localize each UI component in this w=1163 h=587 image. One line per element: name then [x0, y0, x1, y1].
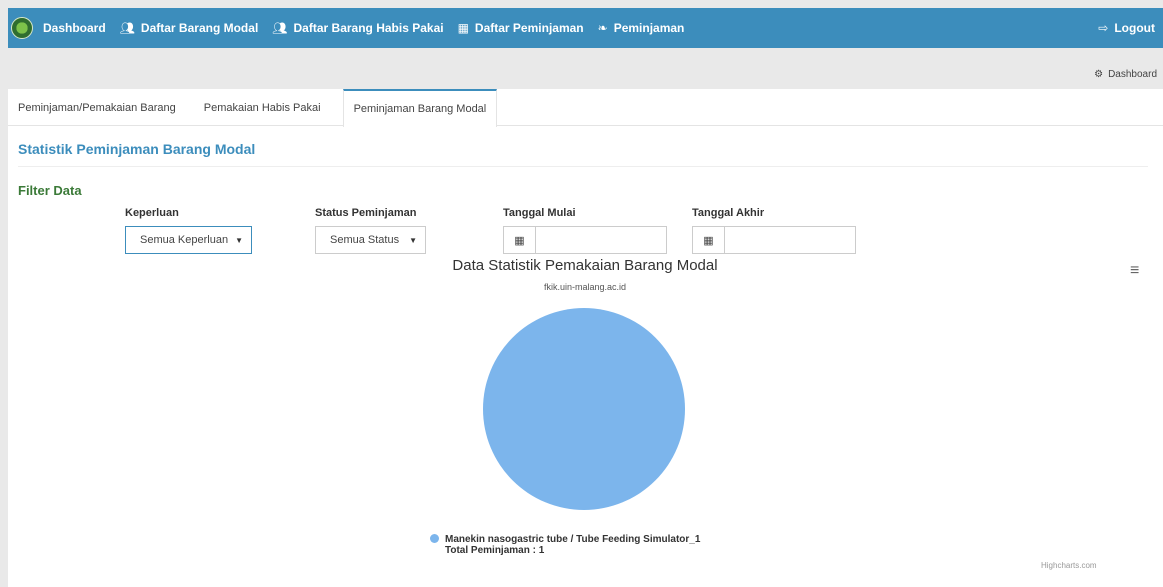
filter-title: Filter Data	[18, 183, 82, 198]
brand[interactable]: Dashboard	[11, 17, 106, 39]
university-logo	[11, 17, 33, 39]
nav-dashboard[interactable]: Dashboard	[43, 21, 106, 35]
users-group-icon: 👥︎	[272, 21, 288, 35]
logout-label: Logout	[1114, 21, 1155, 35]
tanggal-akhir-label: Tanggal Akhir	[692, 207, 765, 219]
chart-title: Data Statistik Pemakaian Barang Modal	[452, 257, 718, 274]
status-label: Status Peminjaman	[315, 207, 417, 219]
divider	[18, 166, 1148, 167]
legend-total: Total Peminjaman : 1	[445, 545, 545, 556]
users-group-icon: 👥︎	[119, 21, 135, 35]
grid-table-icon: ▦	[457, 21, 469, 35]
tab-peminjaman-barang-modal[interactable]: Peminjaman Barang Modal	[342, 89, 498, 127]
status-select[interactable]: Semua Status ▼	[315, 226, 426, 254]
content-panel: Peminjaman/Pemakaian Barang Pemakaian Ha…	[8, 89, 1163, 587]
nav-daftar-barang-habis-pakai[interactable]: 👥︎ Daftar Barang Habis Pakai	[272, 21, 443, 35]
top-navbar: Dashboard 👥︎ Daftar Barang Modal 👥︎ Daft…	[8, 8, 1163, 48]
nav-label: Daftar Peminjaman	[474, 21, 584, 35]
nav-daftar-barang-modal[interactable]: 👥︎ Daftar Barang Modal	[120, 21, 259, 35]
status-value: Semua Status	[330, 234, 400, 246]
keperluan-label: Keperluan	[125, 207, 179, 219]
pie-chart	[483, 308, 685, 510]
logout-button[interactable]: ⇨ Logout	[1098, 21, 1155, 35]
keperluan-select[interactable]: Semua Keperluan ▼	[125, 226, 252, 254]
chart-subtitle: fkik.uin-malang.ac.id	[543, 282, 627, 292]
tab-pemakaian-habis-pakai[interactable]: Pemakaian Habis Pakai	[194, 89, 331, 126]
pie-slice[interactable]	[483, 308, 685, 510]
breadcrumb[interactable]: ⚙ Dashboard	[1094, 69, 1157, 80]
tanggal-mulai-field[interactable]: ▦	[503, 226, 667, 254]
caret-down-icon: ▼	[409, 235, 417, 245]
legend-marker	[430, 534, 439, 543]
chart-credits[interactable]: Highcharts.com	[1041, 561, 1097, 570]
calendar-icon: ▦	[693, 227, 725, 253]
nav-peminjaman[interactable]: ❧ Peminjaman	[598, 21, 685, 35]
chart-legend[interactable]: Manekin nasogastric tube / Tube Feeding …	[430, 534, 700, 556]
keperluan-value: Semua Keperluan	[140, 234, 229, 246]
section-title: Statistik Peminjaman Barang Modal	[18, 141, 256, 157]
tab-bar: Peminjaman/Pemakaian Barang Pemakaian Ha…	[8, 89, 1163, 127]
nav-daftar-peminjaman[interactable]: ▦ Daftar Peminjaman	[458, 21, 584, 35]
pie-slices	[483, 308, 685, 510]
nav-label: Peminjaman	[613, 21, 685, 35]
tab-peminjaman-pemakaian[interactable]: Peminjaman/Pemakaian Barang	[8, 89, 186, 126]
caret-down-icon: ▼	[235, 235, 243, 245]
dashboard-icon: ⚙	[1094, 69, 1104, 80]
nav-label: Daftar Barang Habis Pakai	[293, 21, 444, 35]
nav-label: Daftar Barang Modal	[140, 21, 259, 35]
tanggal-akhir-field[interactable]: ▦	[692, 226, 856, 254]
calendar-icon: ▦	[504, 227, 536, 253]
legend-label: Manekin nasogastric tube / Tube Feeding …	[445, 534, 701, 545]
leaf-icon: ❧	[597, 21, 608, 35]
legend-item[interactable]: Manekin nasogastric tube / Tube Feeding …	[430, 534, 700, 545]
sign-out-icon: ⇨	[1098, 21, 1109, 35]
hamburger-menu-icon[interactable]: ≡	[1130, 262, 1139, 280]
tanggal-mulai-label: Tanggal Mulai	[503, 207, 576, 219]
breadcrumb-label: Dashboard	[1108, 69, 1157, 80]
